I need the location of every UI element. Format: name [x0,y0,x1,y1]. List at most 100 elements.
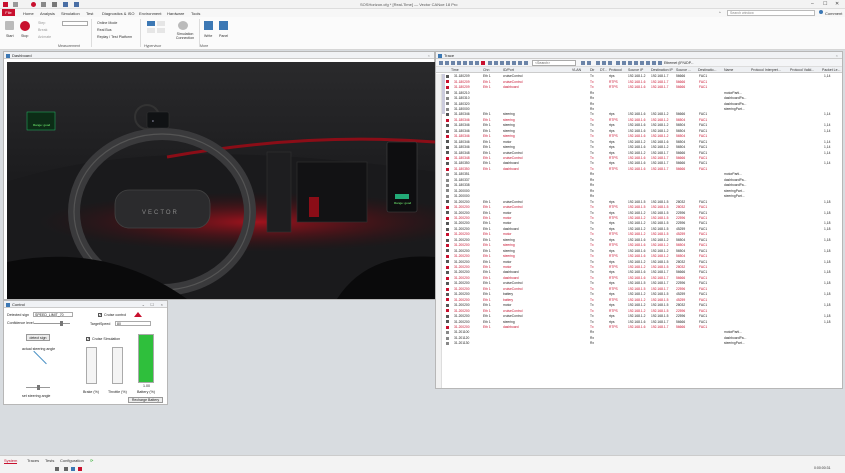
col-time[interactable]: Time [451,68,459,72]
close-icon[interactable]: × [161,301,163,308]
toolbar-icon[interactable] [475,60,479,65]
maximize-icon[interactable]: ☐ [150,301,154,308]
col-vlan[interactable]: VLAN [572,68,581,72]
toolbar-icon[interactable] [646,60,650,65]
col-dt[interactable]: DT... [600,68,607,72]
toolbar-icon[interactable] [512,60,516,65]
menu-test[interactable]: Test [86,11,93,16]
detect-sign-button[interactable]: detect sign [26,334,50,341]
dropdown-icon[interactable]: ⌄ [142,301,145,308]
open-icon[interactable] [41,2,46,7]
start-icon[interactable] [5,21,14,30]
col-packet-length[interactable]: Packet Le... [822,68,840,72]
set-steering-slider-thumb[interactable] [37,385,40,390]
config-icon[interactable] [52,2,57,7]
network-icon[interactable] [658,60,662,65]
tab-traces[interactable]: Traces [27,458,39,463]
target-speed-input[interactable]: 80 [115,321,151,326]
toolbar-icon[interactable] [634,60,638,65]
panel-icon[interactable] [74,2,79,7]
hypervisor-icon[interactable] [157,28,165,33]
toolbar-icon[interactable] [640,60,644,65]
hypervisor-icon[interactable] [157,21,165,26]
toolbar-icon[interactable] [622,60,626,65]
toolbar-icon[interactable] [587,60,591,65]
menu-file[interactable]: File [2,9,15,16]
toolbar-icon[interactable] [581,60,585,65]
menu-environment[interactable]: Environment [139,11,161,16]
save-icon[interactable] [13,2,18,7]
toolbar-icon[interactable] [602,60,606,65]
toolbar-icon[interactable] [500,60,504,65]
replay-button[interactable]: Replay / Test Platform [97,35,132,39]
trace-table-body[interactable]: 31.180209 Eth 1 cruiseControl Tx rtps 192.168… [436,74,842,388]
step-button[interactable]: Step [38,21,45,25]
write-icon[interactable] [204,21,213,30]
simulation-connection-icon[interactable] [178,21,188,30]
tab-tests[interactable]: Tests [45,458,54,463]
maximize-icon[interactable]: ☐ [823,1,827,7]
animate-button[interactable]: Animate [38,35,51,39]
toolbar-icon[interactable] [439,60,443,65]
panel-close-icon[interactable]: × [428,52,430,59]
stop-icon[interactable] [20,21,30,31]
col-destination-port[interactable]: Destinatio... [698,68,716,72]
hypervisor-icon[interactable] [147,28,155,33]
network-icon[interactable] [63,2,68,7]
col-destination-ip[interactable]: Destination IP [651,68,673,72]
confidence-slider-thumb[interactable] [60,321,63,326]
detected-sign-field[interactable]: SPEED_LIMIT_70 [33,312,73,317]
toolbar-icon[interactable] [628,60,632,65]
col-protocol-validity[interactable]: Protocol Valid... [790,68,814,72]
write-button[interactable]: Write [204,34,212,38]
dashboard-3d-view[interactable]: Range: good Range: good 0 VECTOR [7,62,435,299]
break-button[interactable]: Break [38,28,47,32]
menu-home[interactable]: Home [23,11,34,16]
menu-analysis[interactable]: Analysis [40,11,55,16]
toolbar-icon[interactable] [445,60,449,65]
col-chn[interactable]: Chn [483,68,489,72]
menu-tools[interactable]: Tools [191,11,200,16]
minimize-icon[interactable]: – [811,1,814,7]
col-source-ip[interactable]: Source IP [628,68,643,72]
network-selector[interactable]: Ethernet (IP/UDP... [664,61,694,65]
confidence-slider-track[interactable] [34,323,70,324]
tab-configuration[interactable]: Configuration [60,458,84,463]
panel-icon[interactable] [219,21,228,30]
stop-button[interactable]: Stop [21,34,28,38]
toolbar-icon[interactable] [616,60,620,65]
col-protocol[interactable]: Protocol [609,68,622,72]
toolbar-icon[interactable] [457,60,461,65]
panel-close-icon[interactable]: × [836,52,838,59]
throttle-gauge[interactable] [112,347,123,384]
toolbar-icon[interactable] [652,60,656,65]
trace-scrollbar[interactable] [442,74,445,114]
record-icon[interactable] [481,60,485,65]
toolbar-icon[interactable] [596,60,600,65]
simulation-connection-button[interactable]: Simulation Connection [173,32,197,40]
hypervisor-icon[interactable] [147,21,155,26]
start-button[interactable]: Start [6,34,14,38]
table-row[interactable]: 31.201130 Rx steeringPart... [446,341,842,346]
menu-simulation[interactable]: Simulation [61,11,80,16]
toolbar-icon[interactable] [608,60,612,65]
search-input[interactable]: Search window [727,10,815,16]
col-dir[interactable]: Dir [590,68,594,72]
toolbar-icon[interactable] [506,60,510,65]
close-icon[interactable]: ✕ [835,1,839,7]
toolbar-icon[interactable] [494,60,498,65]
col-protocol-interpretation[interactable]: Protocol Interpret... [751,68,781,72]
col-name[interactable]: Name [724,68,733,72]
speed-dropdown[interactable] [62,21,88,26]
brake-gauge[interactable] [86,347,97,384]
recharge-battery-button[interactable]: Recharge Battery [128,397,163,403]
cruise-simulation-checkbox[interactable]: ✓ [86,337,90,341]
col-id-port[interactable]: ID/Port [503,68,514,72]
menu-hardware[interactable]: Hardware [167,11,184,16]
tab-system[interactable]: System [4,458,18,464]
menu-diagnostics[interactable]: Diagnostics & ISO [102,11,134,16]
online-mode-button[interactable]: Online Mode [97,21,117,25]
col-source-port[interactable]: Source ... [676,68,691,72]
toolbar-icon[interactable] [488,60,492,65]
help-icon[interactable] [819,10,823,14]
